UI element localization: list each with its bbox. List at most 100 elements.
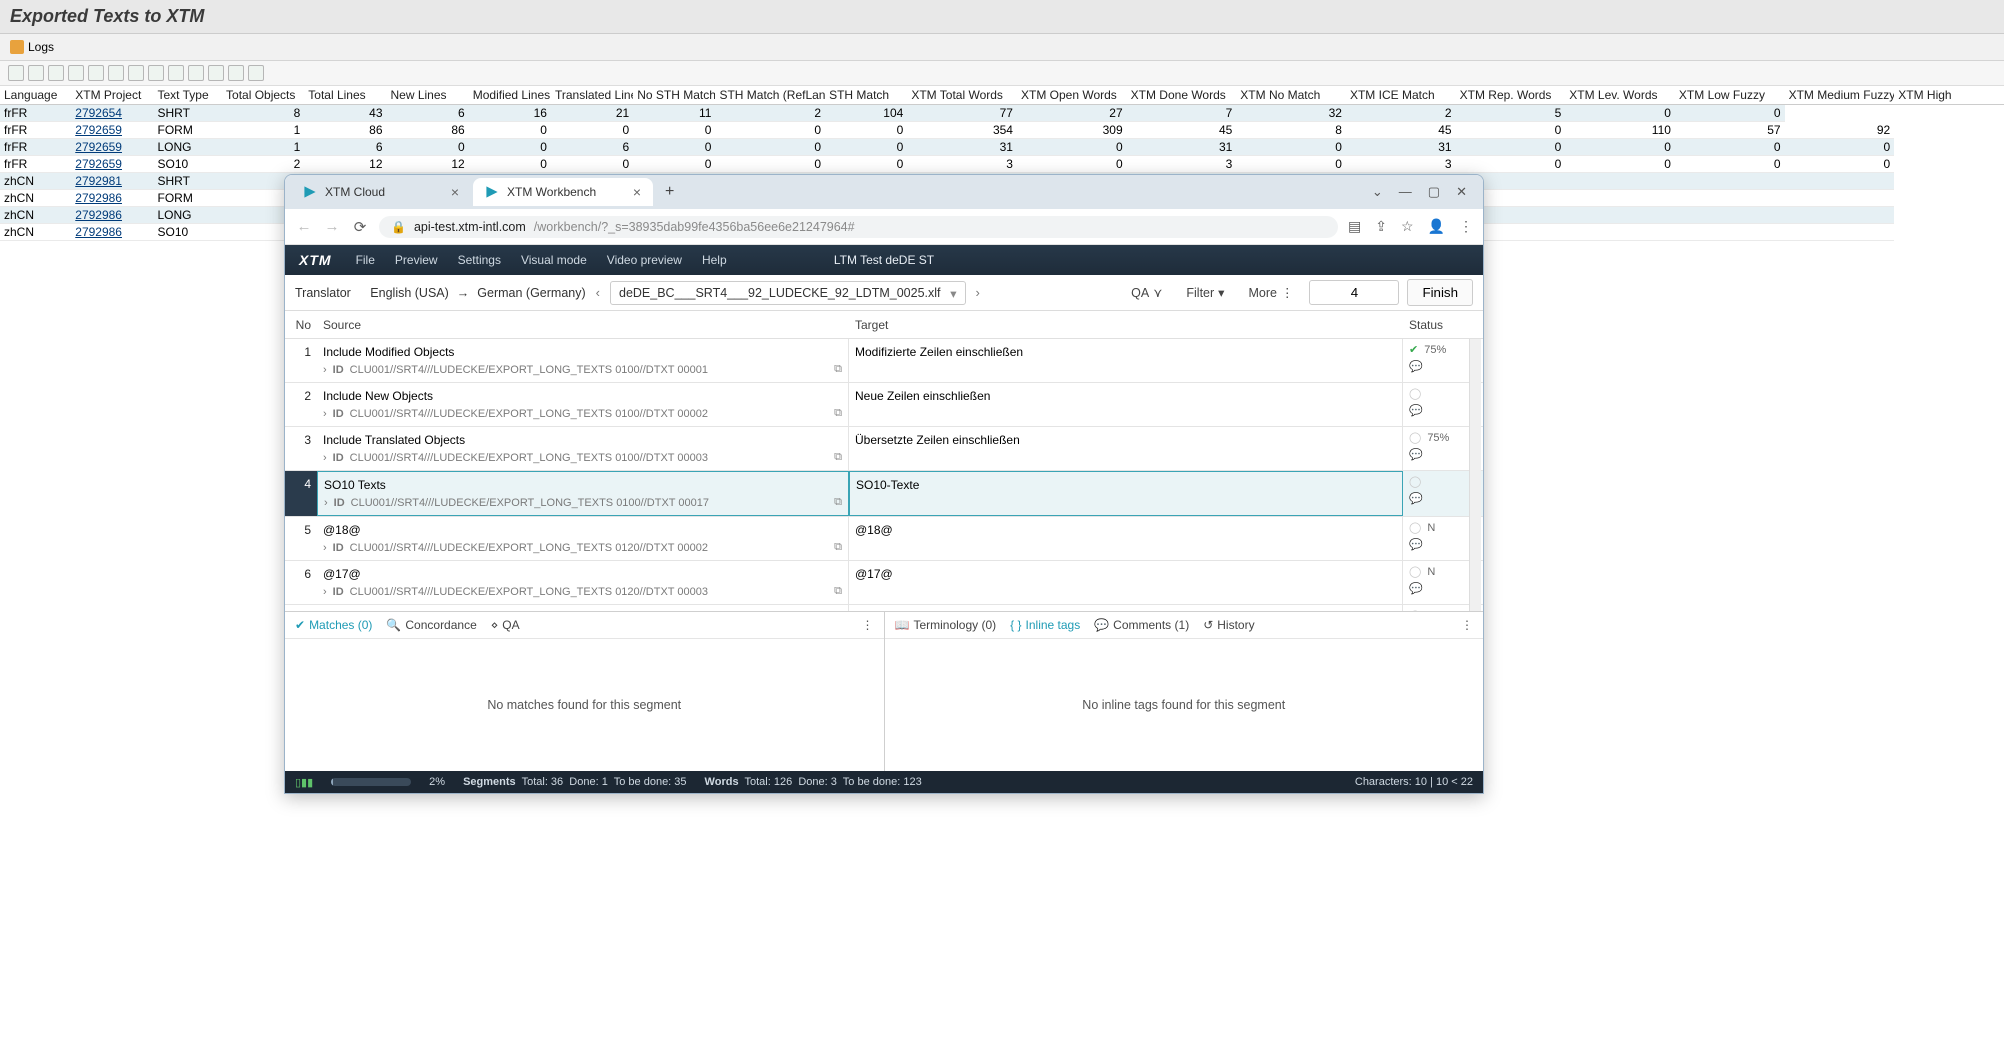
- segment-row[interactable]: 4SO10 Texts› ID CLU001//SRT4///LUDECKE/E…: [285, 471, 1483, 517]
- segments-body[interactable]: 1Include Modified Objects› ID CLU001//SR…: [285, 339, 1483, 611]
- seg-source[interactable]: Include Modified Objects› ID CLU001//SRT…: [317, 339, 849, 382]
- report-col[interactable]: XTM Medium Fuzzy: [1785, 86, 1895, 105]
- seg-source[interactable]: SO10 Texts› ID CLU001//SRT4///LUDECKE/EX…: [317, 471, 849, 516]
- expand-icon[interactable]: ›: [323, 542, 327, 554]
- pane-tab[interactable]: ↺History: [1203, 618, 1254, 632]
- report-col[interactable]: STH Match: [825, 86, 907, 105]
- report-col[interactable]: No STH Match: [633, 86, 715, 105]
- report-col[interactable]: XTM Open Words: [1017, 86, 1127, 105]
- seg-source[interactable]: Include Translated Objects› ID CLU001//S…: [317, 427, 849, 470]
- segment-row[interactable]: 5@18@› ID CLU001//SRT4///LUDECKE/EXPORT_…: [285, 517, 1483, 561]
- tool-funnel-icon[interactable]: [88, 65, 104, 81]
- tool-filter-icon[interactable]: [68, 65, 84, 81]
- logs-row[interactable]: Logs: [0, 34, 2004, 61]
- report-col[interactable]: XTM Done Words: [1127, 86, 1237, 105]
- xtm-project-link[interactable]: 2792981: [75, 174, 122, 188]
- xtm-project-link[interactable]: 2792659: [75, 157, 122, 171]
- menu-file[interactable]: File: [346, 253, 385, 267]
- report-col[interactable]: XTM Rep. Words: [1456, 86, 1566, 105]
- report-col[interactable]: XTM No Match: [1236, 86, 1346, 105]
- expand-icon[interactable]: ›: [323, 408, 327, 420]
- segment-row[interactable]: 7Text Name› ID CLU001//SRT4///LUDECKE/EX…: [285, 605, 1483, 611]
- tool-export-icon[interactable]: [168, 65, 184, 81]
- tabs-dropdown-icon[interactable]: ⌄: [1372, 184, 1383, 200]
- comment-icon[interactable]: 💬: [1409, 360, 1423, 373]
- nav-back-icon[interactable]: ←: [295, 218, 313, 235]
- expand-icon[interactable]: ›: [324, 497, 328, 509]
- xtm-project-link[interactable]: 2792654: [75, 106, 122, 120]
- copy-icon[interactable]: ⧉: [834, 451, 842, 464]
- report-col[interactable]: XTM Low Fuzzy: [1675, 86, 1785, 105]
- pane-more-icon[interactable]: ⋮: [1461, 618, 1473, 632]
- nav-forward-icon[interactable]: →: [323, 218, 341, 235]
- xtm-project-link[interactable]: 2792986: [75, 208, 122, 222]
- tool-sort-asc-icon[interactable]: [28, 65, 44, 81]
- report-col[interactable]: XTM Lev. Words: [1565, 86, 1675, 105]
- pane-more-icon[interactable]: ⋮: [862, 618, 874, 632]
- tool-sort-desc-icon[interactable]: [48, 65, 64, 81]
- tool-mail-icon[interactable]: [128, 65, 144, 81]
- expand-icon[interactable]: ›: [323, 452, 327, 464]
- pane-tab[interactable]: 📖Terminology (0): [895, 618, 997, 632]
- tool-zoom-icon[interactable]: [8, 65, 24, 81]
- report-col[interactable]: Total Objects: [222, 86, 304, 105]
- qa-button[interactable]: QA ⋎: [1123, 285, 1170, 300]
- finish-button[interactable]: Finish: [1407, 279, 1473, 306]
- menu-preview[interactable]: Preview: [385, 253, 448, 267]
- file-next-icon[interactable]: ›: [974, 285, 982, 300]
- pane-tab[interactable]: 🔍Concordance: [386, 618, 476, 632]
- segment-row[interactable]: 1Include Modified Objects› ID CLU001//SR…: [285, 339, 1483, 383]
- seg-source[interactable]: Include New Objects› ID CLU001//SRT4///L…: [317, 383, 849, 426]
- copy-icon[interactable]: ⧉: [834, 363, 842, 376]
- tool-chart-icon[interactable]: [228, 65, 244, 81]
- comment-icon[interactable]: 💬: [1409, 492, 1423, 505]
- bookmark-icon[interactable]: ☆: [1401, 218, 1414, 235]
- tool-layout-icon[interactable]: [208, 65, 224, 81]
- xtm-project-link[interactable]: 2792986: [75, 191, 122, 205]
- report-col[interactable]: Translated Lines: [551, 86, 633, 105]
- segment-jump-input[interactable]: [1309, 280, 1399, 305]
- report-col[interactable]: New Lines: [387, 86, 469, 105]
- report-col[interactable]: XTM High: [1894, 86, 2004, 105]
- comment-icon[interactable]: 💬: [1409, 538, 1423, 551]
- translate-icon[interactable]: ▤: [1348, 218, 1361, 235]
- tool-excel-icon[interactable]: [188, 65, 204, 81]
- tool-info-icon[interactable]: [248, 65, 264, 81]
- xtm-project-link[interactable]: 2792659: [75, 140, 122, 154]
- tool-print-icon[interactable]: [148, 65, 164, 81]
- segment-row[interactable]: 2Include New Objects› ID CLU001//SRT4///…: [285, 383, 1483, 427]
- kebab-menu-icon[interactable]: ⋮: [1459, 218, 1473, 235]
- url-field[interactable]: 🔒 api-test.xtm-intl.com/workbench/?_s=38…: [379, 216, 1338, 238]
- report-col[interactable]: Language: [0, 86, 71, 105]
- comment-icon[interactable]: 💬: [1409, 404, 1423, 417]
- close-tab-icon[interactable]: ×: [451, 184, 459, 200]
- seg-source[interactable]: @17@› ID CLU001//SRT4///LUDECKE/EXPORT_L…: [317, 561, 849, 604]
- pane-tab[interactable]: { }Inline tags: [1010, 618, 1080, 632]
- copy-icon[interactable]: ⧉: [834, 407, 842, 420]
- seg-target[interactable]: Übersetzte Zeilen einschließen: [849, 427, 1403, 470]
- segment-row[interactable]: 3Include Translated Objects› ID CLU001//…: [285, 427, 1483, 471]
- close-window-icon[interactable]: ✕: [1456, 184, 1467, 200]
- segment-row[interactable]: 6@17@› ID CLU001//SRT4///LUDECKE/EXPORT_…: [285, 561, 1483, 605]
- report-col[interactable]: XTM Project: [71, 86, 153, 105]
- browser-tab-xtm-cloud[interactable]: XTM Cloud ×: [291, 178, 471, 206]
- pane-tab[interactable]: ✔Matches (0): [295, 618, 372, 632]
- menu-video-preview[interactable]: Video preview: [597, 253, 692, 267]
- seg-target[interactable]: [849, 605, 1403, 611]
- report-col[interactable]: Total Lines: [304, 86, 386, 105]
- xtm-project-link[interactable]: 2792659: [75, 123, 122, 137]
- close-tab-icon[interactable]: ×: [633, 184, 641, 200]
- tool-sum-icon[interactable]: [108, 65, 124, 81]
- report-col[interactable]: XTM ICE Match: [1346, 86, 1456, 105]
- seg-target[interactable]: Neue Zeilen einschließen: [849, 383, 1403, 426]
- more-button[interactable]: More ⋮: [1240, 285, 1301, 300]
- new-tab-button[interactable]: +: [655, 183, 684, 201]
- menu-help[interactable]: Help: [692, 253, 737, 267]
- seg-target[interactable]: SO10-Texte: [849, 471, 1403, 516]
- seg-source[interactable]: @18@› ID CLU001//SRT4///LUDECKE/EXPORT_L…: [317, 517, 849, 560]
- seg-source[interactable]: Text Name› ID CLU001//SRT4///LUDECKE/EXP…: [317, 605, 849, 611]
- menu-settings[interactable]: Settings: [448, 253, 511, 267]
- filter-button[interactable]: Filter ▾: [1178, 285, 1232, 300]
- copy-icon[interactable]: ⧉: [834, 541, 842, 554]
- pane-tab[interactable]: 💬Comments (1): [1094, 618, 1189, 632]
